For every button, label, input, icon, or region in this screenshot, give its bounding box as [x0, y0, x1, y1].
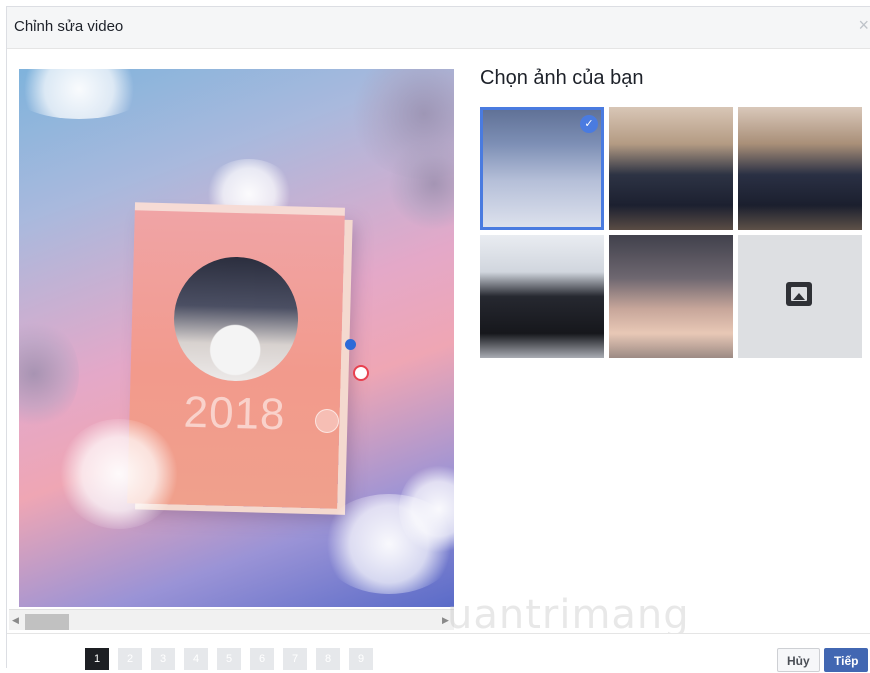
page-button-3[interactable]: 3 [151, 648, 175, 670]
preview-scrollbar[interactable]: ◀ ▶ [9, 609, 454, 630]
cancel-button[interactable]: Hủy [777, 648, 820, 672]
reaction-like-icon [345, 339, 356, 350]
watermark-text: uantrimang [447, 592, 690, 638]
reaction-bubble-icon [315, 409, 339, 433]
page-button-5[interactable]: 5 [217, 648, 241, 670]
page-button-7[interactable]: 7 [283, 648, 307, 670]
cloud-decoration [59, 419, 179, 529]
choose-photo-title: Chọn ảnh của bạn [480, 67, 644, 89]
photo-thumbnail[interactable] [609, 107, 733, 230]
photo-thumbnail[interactable] [480, 235, 604, 358]
book-edge [134, 202, 345, 216]
cover-photo [172, 255, 300, 383]
next-button[interactable]: Tiếp [824, 648, 869, 672]
cloud-decoration [19, 69, 149, 119]
add-photo-icon [786, 282, 812, 306]
pagination: 123456789 [85, 648, 382, 670]
page-button-8[interactable]: 8 [316, 648, 340, 670]
page-button-4[interactable]: 4 [184, 648, 208, 670]
dialog-title: Chỉnh sửa video [14, 18, 124, 35]
page-button-6[interactable]: 6 [250, 648, 274, 670]
dialog-header: Chỉnh sửa video × [7, 7, 870, 49]
scrollbar-thumb[interactable] [25, 614, 69, 630]
video-preview: 2018 [19, 69, 454, 607]
reaction-love-icon [353, 365, 369, 381]
page-button-2[interactable]: 2 [118, 648, 142, 670]
page-button-1[interactable]: 1 [85, 648, 109, 670]
dialog-footer: 123456789 Hủy Tiếp [7, 633, 870, 672]
cloud-decoration [19, 319, 79, 429]
photo-thumbnail-selected[interactable]: ✓ [480, 107, 604, 230]
check-icon: ✓ [580, 115, 598, 133]
scroll-left-icon[interactable]: ◀ [12, 615, 19, 626]
photo-thumbnail[interactable] [738, 107, 862, 230]
close-icon[interactable]: × [858, 16, 869, 34]
edit-video-dialog: Chỉnh sửa video × 2018 ◀ ▶ Chọn ảnh của … [6, 6, 870, 672]
photo-grid: ✓ [480, 107, 862, 359]
add-photo-button[interactable] [738, 235, 862, 358]
page-button-9[interactable]: 9 [349, 648, 373, 670]
